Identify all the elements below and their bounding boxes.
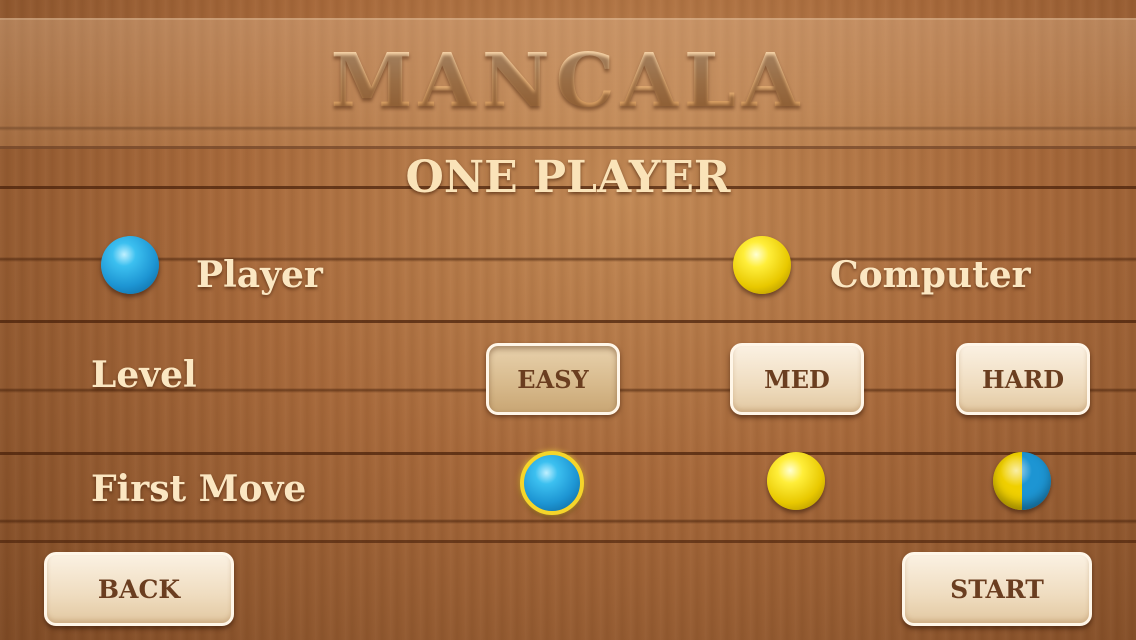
back-button[interactable]: BACK (44, 552, 234, 626)
first-move-computer-option[interactable] (767, 452, 825, 510)
player-label: Player (196, 254, 323, 296)
level-med-button[interactable]: MED (730, 343, 864, 415)
level-hard-button[interactable]: HARD (956, 343, 1090, 415)
first-move-random-option[interactable] (993, 452, 1051, 510)
level-easy-button[interactable]: EASY (486, 343, 620, 415)
player-blue-ball-icon (101, 236, 159, 294)
computer-label: Computer (830, 254, 1031, 296)
first-move-player-option[interactable] (520, 451, 584, 515)
mode-title: ONE PLAYER (405, 152, 731, 203)
first-move-label: First Move (91, 468, 307, 510)
computer-yellow-ball-icon (733, 236, 791, 294)
level-label: Level (91, 354, 197, 396)
game-title: MANCALA (0, 38, 1136, 124)
start-button[interactable]: START (902, 552, 1092, 626)
